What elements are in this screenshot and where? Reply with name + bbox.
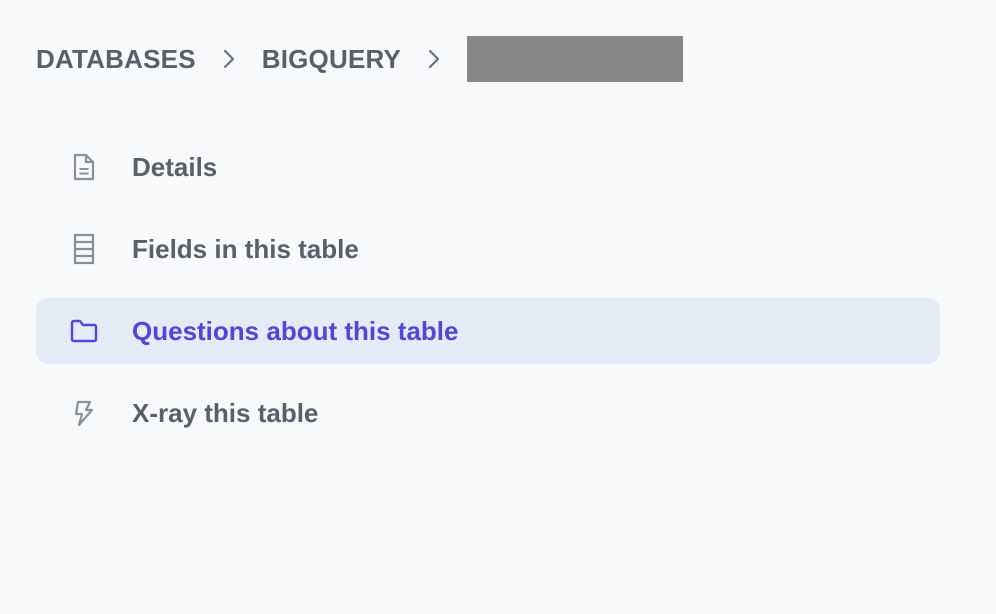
nav-item-label: Details [132,151,218,182]
breadcrumb: DATABASES BIGQUERY [36,36,684,82]
folder-icon [36,318,132,344]
table-sidebar-nav: Details Fields in this table Questions a… [36,134,940,462]
chevron-right-icon [196,36,262,82]
breadcrumb-current-redacted [467,36,684,82]
chevron-right-icon [401,36,467,82]
bolt-icon [36,399,132,427]
nav-item-xray[interactable]: X-ray this table [36,380,940,446]
nav-item-questions[interactable]: Questions about this table [36,298,940,364]
list-icon [36,233,132,265]
nav-item-details[interactable]: Details [36,134,940,200]
breadcrumb-bigquery[interactable]: BIGQUERY [262,44,401,75]
breadcrumb-databases[interactable]: DATABASES [36,44,196,75]
nav-item-fields[interactable]: Fields in this table [36,216,940,282]
table-detail-page: DATABASES BIGQUERY Details Fields in thi… [0,0,996,614]
nav-item-label: Fields in this table [132,233,359,264]
nav-item-label: X-ray this table [132,397,319,428]
nav-item-label: Questions about this table [132,315,459,346]
document-icon [36,152,132,182]
